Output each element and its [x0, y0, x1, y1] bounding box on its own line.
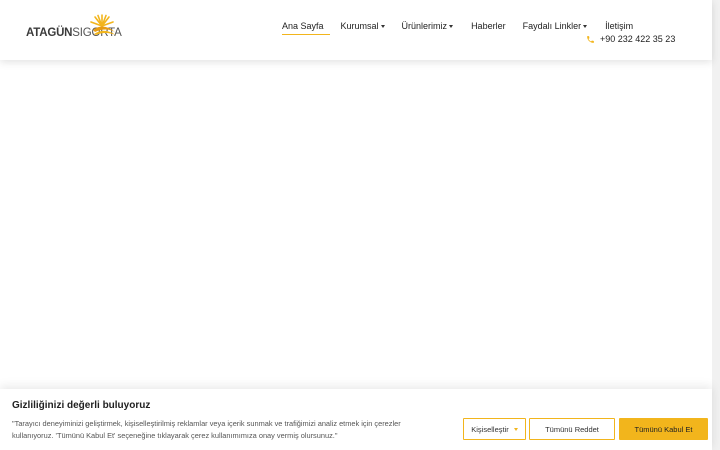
nav-label: Ürünlerimiz: [401, 21, 448, 31]
nav-label: İletişim: [605, 21, 634, 31]
nav-label: Haberler: [471, 21, 506, 31]
nav-label: Faydalı Linkler: [522, 21, 582, 31]
reject-all-button[interactable]: Tümünü Reddet: [529, 418, 615, 440]
nav-label: Kurumsal: [340, 21, 379, 31]
reject-label: Tümünü Reddet: [545, 424, 599, 434]
nav-item-faydali-linkler[interactable]: Faydalı Linkler: [523, 18, 588, 34]
nav-label: Ana Sayfa: [282, 21, 324, 31]
page-scrollbar[interactable]: [712, 0, 720, 450]
cookie-description: "Tarayıcı deneyiminizi geliştirmek, kişi…: [12, 419, 401, 440]
nav-item-kurumsal[interactable]: Kurumsal: [341, 18, 385, 34]
cookie-banner: Gizliliğinizi değerli buluyoruz "Tarayıc…: [0, 389, 712, 450]
nav-item-iletisim[interactable]: İletişim: [605, 18, 633, 34]
caret-down-icon: [583, 24, 588, 28]
phone-icon: [586, 35, 595, 44]
chevron-down-icon: [513, 427, 518, 431]
phone-link[interactable]: +90 232 422 35 23: [586, 33, 675, 45]
cookie-title: Gizliliğinizi değerli buluyoruz: [12, 400, 151, 411]
sun-icon: [90, 14, 116, 35]
nav-item-urunlerimiz[interactable]: Ürünlerimiz: [402, 18, 454, 34]
customize-label: Kişiselleştir: [471, 424, 509, 434]
site-header: ATAGÜNSIGORTA Ana Sayfa Kurumsal Ürün: [0, 0, 712, 60]
nav-item-ana-sayfa[interactable]: Ana Sayfa: [282, 18, 330, 35]
logo-text-bold: ATAGÜN: [26, 27, 73, 40]
accept-all-button[interactable]: Tümünü Kabul Et: [619, 418, 708, 440]
nav-item-haberler[interactable]: Haberler: [471, 18, 506, 34]
caret-down-icon: [380, 24, 385, 28]
customize-button[interactable]: Kişiselleştir: [463, 418, 526, 440]
main-nav: Ana Sayfa Kurumsal Ürünlerimiz Haberler …: [276, 18, 633, 35]
phone-number: +90 232 422 35 23: [600, 34, 676, 44]
caret-down-icon: [449, 24, 454, 28]
accept-label: Tümünü Kabul Et: [634, 424, 693, 434]
logo[interactable]: ATAGÜNSIGORTA: [26, 14, 122, 43]
